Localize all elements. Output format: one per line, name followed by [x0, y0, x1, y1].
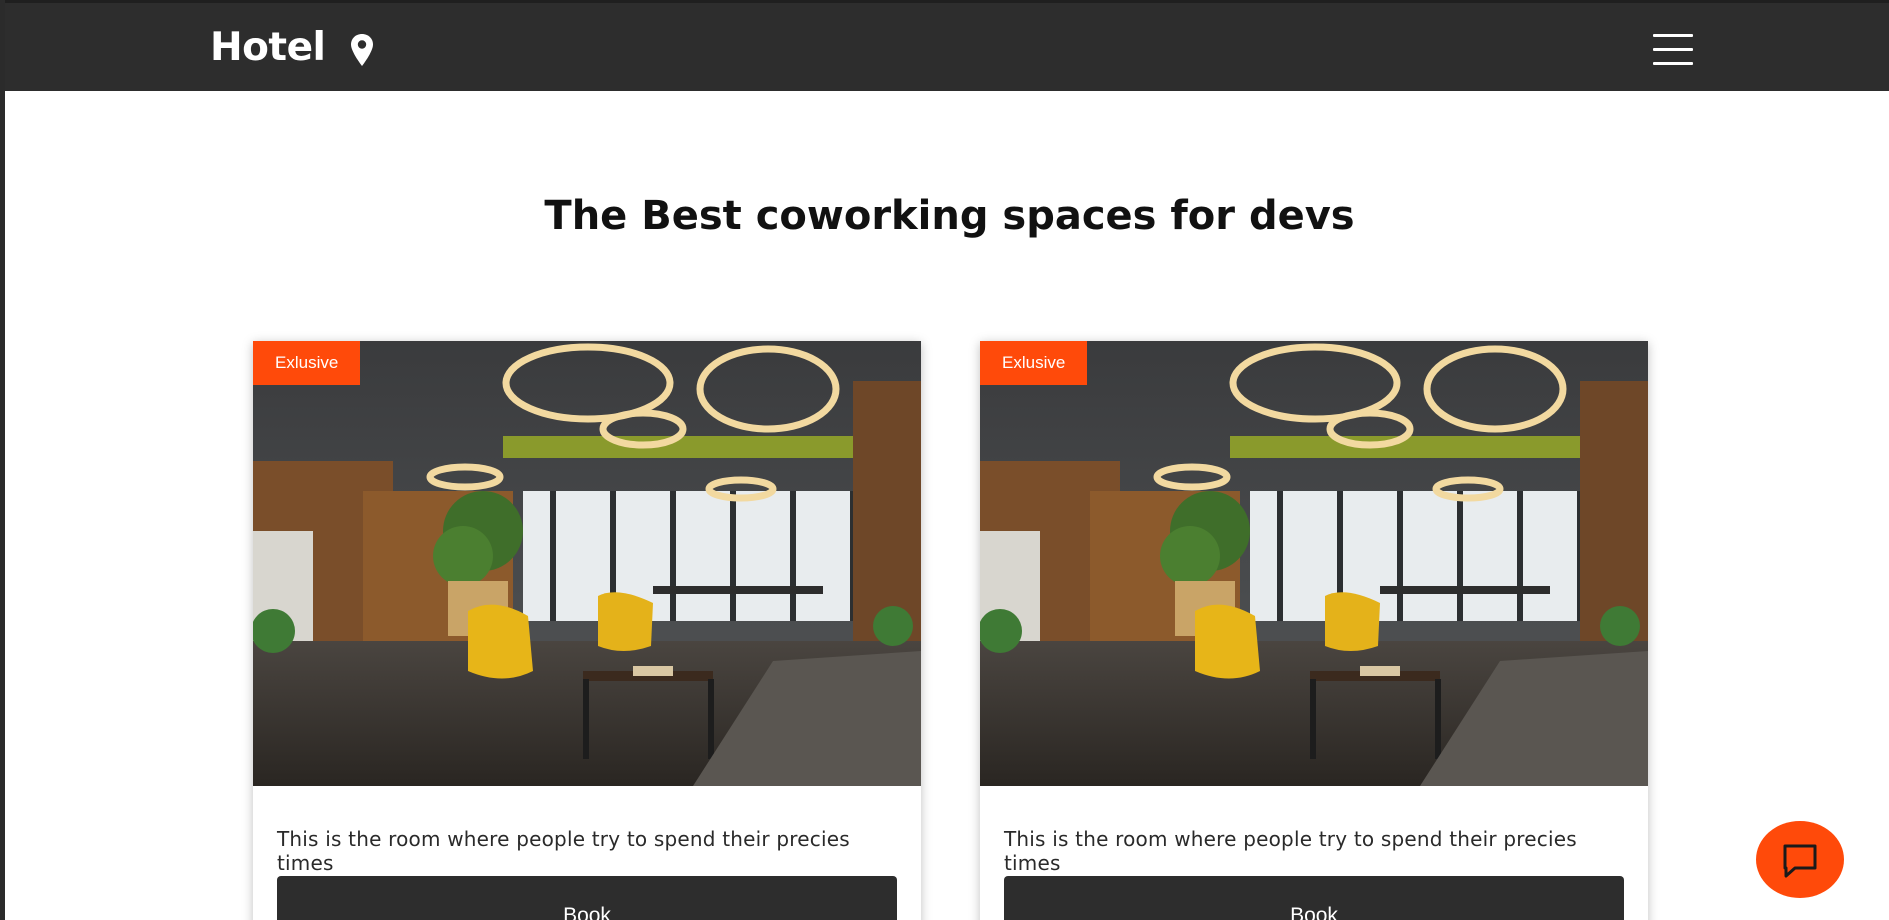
navbar: Hotel — [5, 0, 1889, 91]
room-description: This is the room where people try to spe… — [277, 827, 850, 875]
hamburger-menu-icon[interactable] — [1653, 33, 1693, 67]
room-description: This is the room where people try to spe… — [1004, 827, 1577, 875]
menu-bar — [1653, 48, 1693, 51]
chat-bubble-icon — [1783, 844, 1817, 878]
exclusive-badge: Exlusive — [253, 341, 361, 385]
book-button[interactable]: Book — [1004, 876, 1624, 920]
room-image — [980, 341, 1648, 786]
chat-button[interactable] — [1756, 821, 1844, 898]
page-title: The Best coworking spaces for devs — [544, 193, 1355, 239]
map-pin-icon[interactable] — [350, 33, 374, 67]
exclusive-badge: Exlusive — [980, 341, 1088, 385]
book-button[interactable]: Book — [277, 876, 897, 920]
room-card: Exlusive This is the room where people t… — [980, 341, 1648, 920]
room-card: Exlusive This is the room where people t… — [253, 341, 921, 920]
room-image — [253, 341, 921, 786]
brand-logo[interactable]: Hotel — [210, 25, 326, 71]
menu-bar — [1653, 62, 1693, 65]
menu-bar — [1653, 34, 1693, 37]
